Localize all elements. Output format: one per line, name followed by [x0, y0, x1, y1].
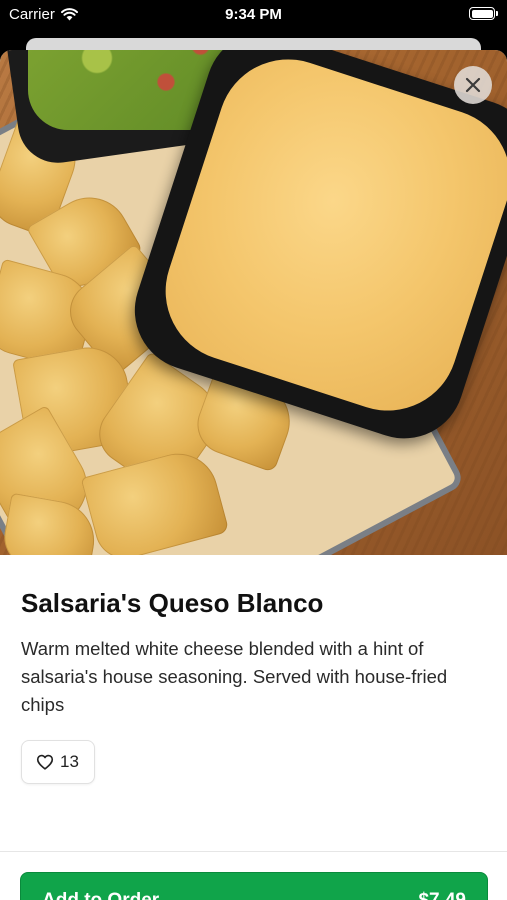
like-button[interactable]: 13 [21, 740, 95, 784]
battery-icon [469, 7, 498, 20]
close-icon [465, 77, 481, 93]
like-count: 13 [60, 752, 79, 771]
status-bar: Carrier 9:34 PM [0, 0, 507, 28]
item-description: Warm melted white cheese blended with a … [21, 638, 448, 715]
status-time: 9:34 PM [225, 6, 282, 23]
item-photo [0, 50, 507, 555]
heart-outline-icon [36, 754, 54, 770]
divider [0, 851, 507, 852]
close-button[interactable] [454, 66, 492, 104]
item-detail-sheet: Salsaria's Queso Blanco Warm melted whit… [0, 50, 507, 900]
item-title: Salsaria's Queso Blanco [21, 588, 324, 618]
item-price: $7.49 [418, 890, 466, 900]
add-to-order-button[interactable]: Add to Order $7.49 [20, 872, 488, 900]
add-to-order-label: Add to Order [42, 890, 159, 900]
